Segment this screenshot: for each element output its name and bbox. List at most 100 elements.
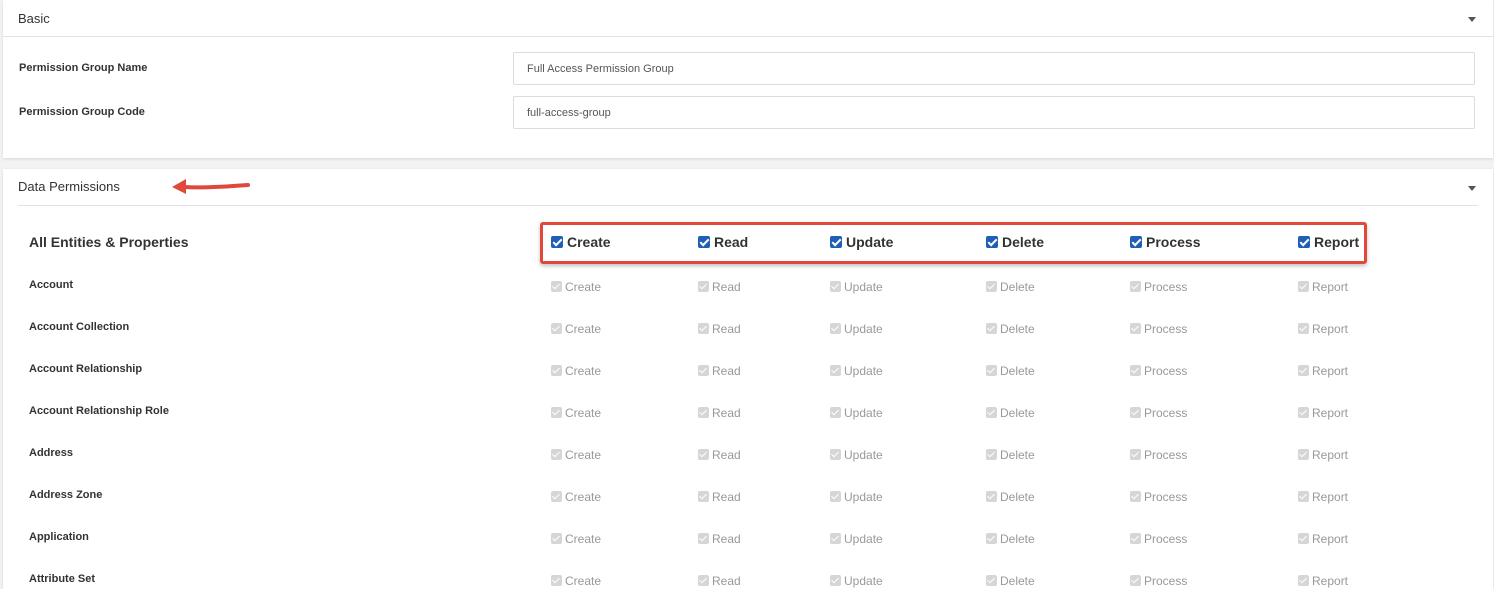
perm-checkbox: Create: [551, 364, 601, 378]
perm-checkbox: Read: [698, 490, 741, 504]
perm-checkbox: Report: [1298, 322, 1348, 336]
perm-label: Process: [1144, 490, 1188, 504]
caret-down-icon[interactable]: [1468, 186, 1476, 191]
perm-label: Process: [1144, 406, 1188, 420]
checkbox-checked-icon: [698, 575, 709, 586]
perm-checkbox: Read: [698, 532, 741, 546]
checkbox-checked-icon: [551, 323, 562, 334]
perm-label: Read: [712, 532, 741, 546]
perm-label: Process: [1144, 574, 1188, 588]
perm-checkbox: Update: [830, 574, 883, 588]
perm-label: Delete: [1000, 322, 1035, 336]
entity-label: Address: [29, 447, 74, 459]
perm-label: Delete: [1000, 490, 1035, 504]
checkbox-checked-icon: [1298, 491, 1309, 502]
perm-checkbox: Report: [1298, 406, 1348, 420]
perm-checkbox: Update: [830, 364, 883, 378]
perm-label: Process: [1144, 532, 1188, 546]
perm-label: Create: [565, 574, 602, 588]
basic-panel: Basic Permission Group Name Permission G…: [3, 0, 1493, 158]
perm-checkbox: Read: [698, 406, 741, 420]
checkbox-checked-icon: [830, 281, 841, 292]
checkbox-checked-icon: [1130, 449, 1141, 460]
permission-group-name-label: Permission Group Name: [19, 62, 148, 74]
perm-label: Report: [1312, 406, 1349, 420]
perm-label: Read: [712, 322, 741, 336]
perm-checkbox: Process: [1130, 322, 1187, 336]
perm-label: Create: [565, 322, 602, 336]
checkbox-checked-icon: [986, 533, 997, 544]
perm-label: Update: [844, 322, 883, 336]
perm-checkbox: Delete: [986, 280, 1035, 294]
perm-label: Report: [1312, 364, 1349, 378]
checkbox-checked-icon: [1298, 407, 1309, 418]
entity-label: Address Zone: [29, 489, 103, 501]
checkbox-checked-icon: [698, 491, 709, 502]
perm-label: Update: [844, 406, 883, 420]
perm-label: Delete: [1000, 406, 1035, 420]
checkbox-checked-icon: [986, 449, 997, 460]
checkbox-checked-icon: [698, 323, 709, 334]
perm-label: Read: [712, 490, 741, 504]
perm-checkbox: Update: [830, 322, 883, 336]
checkbox-checked-icon: [551, 407, 562, 418]
perm-checkbox: Read: [698, 280, 741, 294]
perm-checkbox: Create: [551, 532, 601, 546]
perm-label: Read: [712, 574, 741, 588]
checkbox-checked-icon: [1298, 281, 1309, 292]
perm-checkbox: Report: [1298, 574, 1348, 588]
checkbox-checked-icon: [830, 407, 841, 418]
all-entities-label: All Entities & Properties: [29, 234, 189, 250]
perm-label: Report: [1312, 322, 1349, 336]
perm-checkbox: Create: [551, 490, 601, 504]
perm-checkbox: Delete: [986, 406, 1035, 420]
perm-label: Update: [844, 532, 883, 546]
checkbox-checked-icon: [986, 575, 997, 586]
arrow-left-icon: [172, 179, 250, 194]
perm-checkbox: Update: [830, 280, 883, 294]
perm-label: Delete: [1000, 532, 1035, 546]
checkbox-checked-icon: [551, 281, 562, 292]
permission-group-code-input[interactable]: [513, 96, 1475, 129]
caret-down-icon[interactable]: [1468, 17, 1476, 22]
checkbox-checked-icon: [551, 575, 562, 586]
perm-checkbox: Process: [1130, 490, 1187, 504]
perm-checkbox: Process: [1130, 406, 1187, 420]
perm-label: Delete: [1000, 280, 1035, 294]
entity-label: Application: [29, 531, 89, 543]
perm-checkbox: Update: [830, 448, 883, 462]
perm-label: Update: [844, 574, 883, 588]
perm-label: Create: [565, 406, 602, 420]
perm-checkbox: Process: [1130, 280, 1187, 294]
checkbox-checked-icon: [830, 365, 841, 376]
permission-group-name-input[interactable]: [513, 52, 1475, 85]
perm-checkbox: Create: [551, 448, 601, 462]
perm-label: Report: [1312, 280, 1349, 294]
checkbox-checked-icon: [551, 449, 562, 460]
perm-checkbox: Update: [830, 532, 883, 546]
checkbox-checked-icon: [986, 281, 997, 292]
perm-label: Read: [712, 364, 741, 378]
header-divider: [18, 205, 1478, 206]
checkbox-checked-icon: [551, 365, 562, 376]
checkbox-checked-icon: [1130, 491, 1141, 502]
data-permissions-title: Data Permissions: [18, 179, 120, 194]
perm-checkbox: Create: [551, 280, 601, 294]
checkbox-checked-icon: [830, 449, 841, 460]
checkbox-checked-icon: [1298, 575, 1309, 586]
perm-label: Create: [565, 532, 602, 546]
perm-label: Report: [1312, 490, 1349, 504]
perm-label: Update: [844, 490, 883, 504]
perm-label: Report: [1312, 574, 1349, 588]
checkbox-checked-icon: [830, 491, 841, 502]
perm-checkbox: Create: [551, 406, 601, 420]
perm-label: Process: [1144, 322, 1188, 336]
entity-label: Account Relationship Role: [29, 405, 169, 417]
checkbox-checked-icon: [1130, 407, 1141, 418]
checkbox-checked-icon: [698, 281, 709, 292]
basic-panel-header[interactable]: Basic: [3, 0, 1493, 37]
checkbox-checked-icon: [551, 491, 562, 502]
perm-checkbox: Process: [1130, 532, 1187, 546]
perm-label: Process: [1144, 364, 1188, 378]
checkbox-checked-icon: [1298, 533, 1309, 544]
